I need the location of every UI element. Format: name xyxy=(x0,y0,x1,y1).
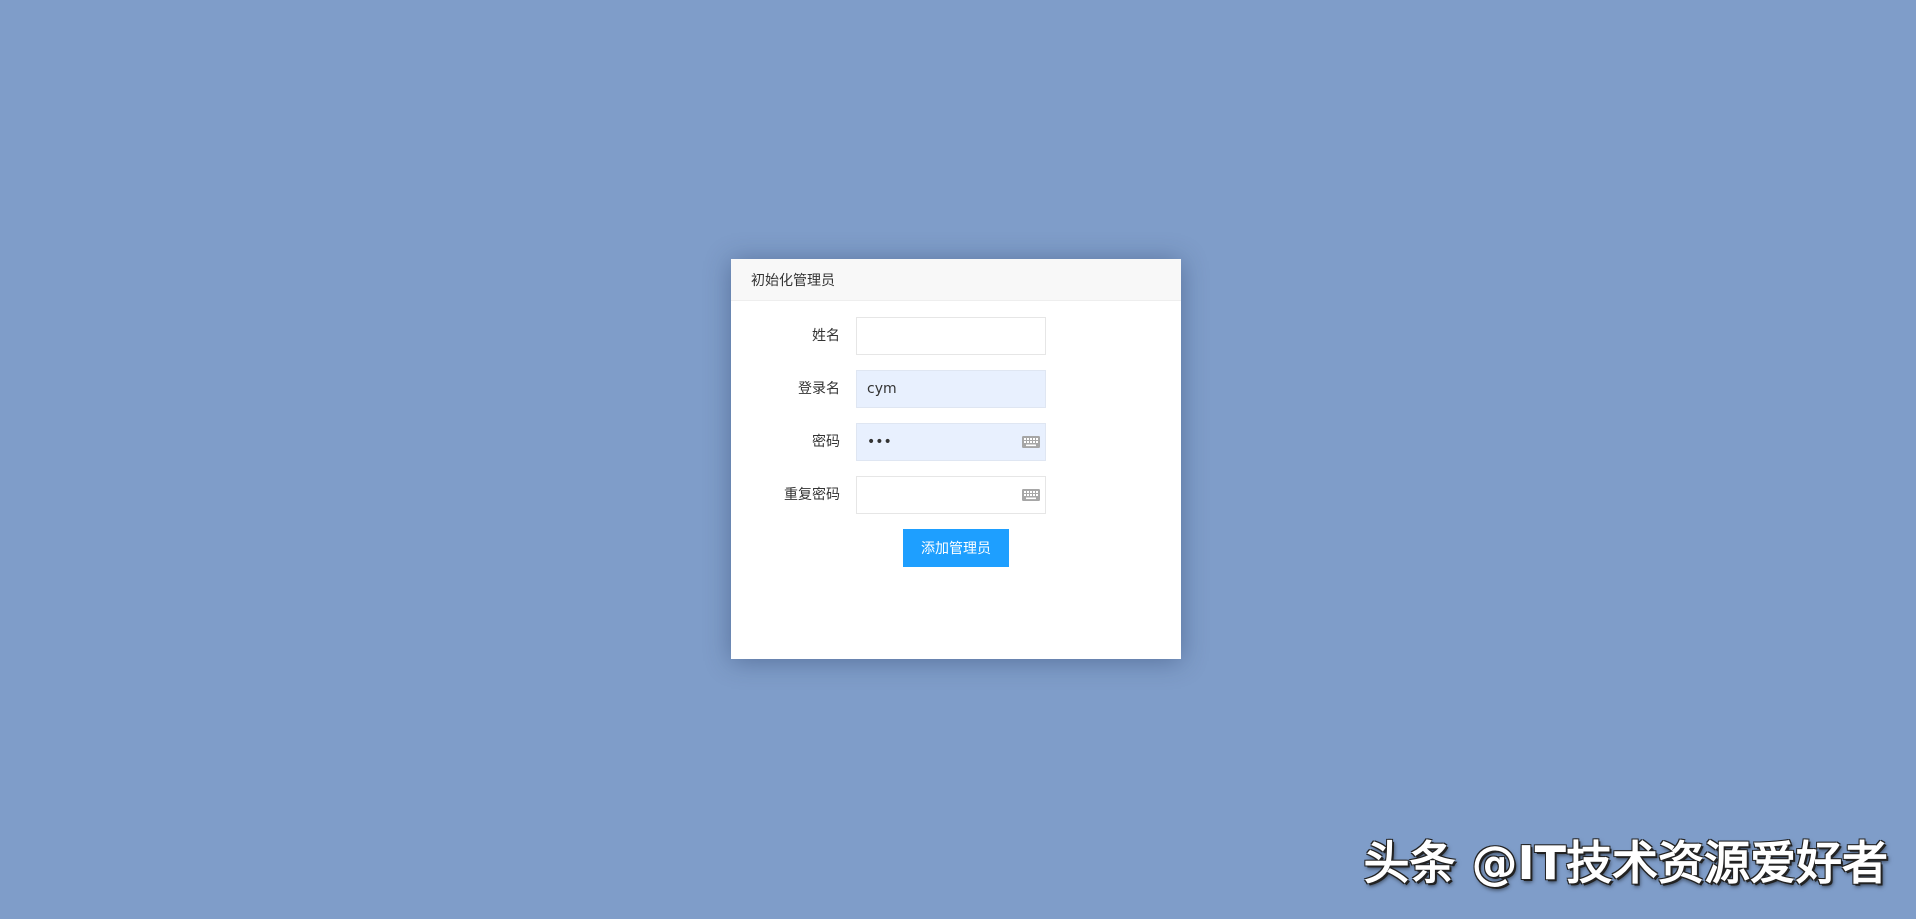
confirm-password-input[interactable] xyxy=(856,476,1046,514)
dialog-title: 初始化管理员 xyxy=(751,272,835,289)
name-input[interactable] xyxy=(856,317,1046,355)
password-label: 密码 xyxy=(812,434,840,450)
init-admin-dialog: 初始化管理员 姓名 登录名 密码 xyxy=(731,259,1181,659)
confirm-password-label: 重复密码 xyxy=(784,487,840,503)
keyboard-icon[interactable] xyxy=(1022,489,1040,501)
login-name-input[interactable] xyxy=(856,370,1046,408)
name-row: 姓名 xyxy=(731,317,1181,355)
keyboard-icon[interactable] xyxy=(1022,436,1040,448)
confirm-password-row: 重复密码 xyxy=(731,476,1181,514)
login-label: 登录名 xyxy=(798,381,840,397)
name-label: 姓名 xyxy=(812,328,840,344)
password-row: 密码 xyxy=(731,423,1181,461)
password-input[interactable] xyxy=(856,423,1046,461)
watermark: 头条 @IT技术资源爱好者 xyxy=(1363,836,1888,890)
dialog-header: 初始化管理员 xyxy=(731,259,1181,301)
add-admin-button[interactable]: 添加管理员 xyxy=(903,529,1009,567)
login-row: 登录名 xyxy=(731,370,1181,408)
